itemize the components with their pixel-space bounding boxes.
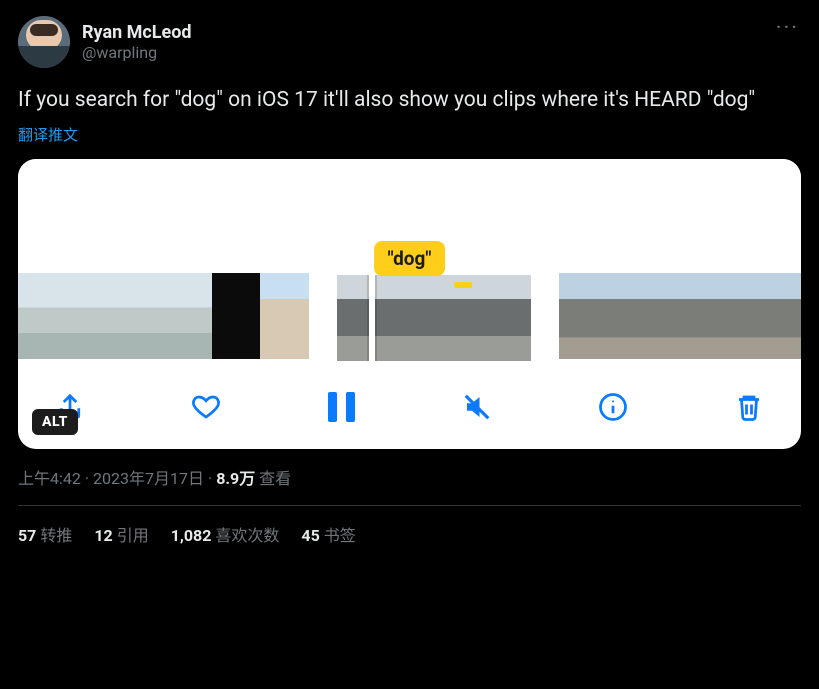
thumbnail: [115, 273, 163, 359]
like-button[interactable]: [188, 389, 224, 425]
time[interactable]: 上午4:42: [18, 469, 81, 488]
thumbnail: [753, 273, 801, 359]
caption-chip-pointer: [454, 282, 472, 288]
clip-2-active[interactable]: [335, 273, 533, 363]
thumbnail: [260, 273, 308, 359]
stat-retweets[interactable]: 57转推: [18, 522, 72, 546]
divider: [18, 505, 801, 506]
tweet-stats: 57转推 12引用 1,082喜欢次数 45书签: [18, 522, 801, 546]
views-count: 8.9万: [216, 469, 255, 488]
media-controls: [18, 363, 801, 435]
thumbnail: [212, 273, 260, 359]
translate-link[interactable]: 翻译推文: [18, 124, 78, 145]
thumbnail: [18, 273, 66, 359]
media-card[interactable]: "dog": [18, 159, 801, 449]
thumbnail: [607, 273, 655, 359]
thumbnail: [704, 273, 752, 359]
clip-1[interactable]: [18, 273, 309, 363]
caption-chip: "dog": [374, 241, 446, 276]
thumbnail: [163, 273, 211, 359]
tweet-header: Ryan McLeod @warpling: [18, 16, 801, 68]
delete-button[interactable]: [731, 389, 767, 425]
pause-button[interactable]: [324, 389, 360, 425]
mute-button[interactable]: [459, 389, 495, 425]
date[interactable]: 2023年7月17日: [93, 469, 204, 488]
media-whitespace: [18, 159, 801, 253]
playhead[interactable]: [369, 273, 375, 363]
thumbnail: [656, 273, 704, 359]
tweet-text: If you search for "dog" on iOS 17 it'll …: [18, 86, 801, 114]
tweet: ··· Ryan McLeod @warpling If you search …: [0, 0, 819, 560]
handle[interactable]: @warpling: [82, 43, 192, 62]
clip-3[interactable]: [559, 273, 801, 363]
stat-bookmarks[interactable]: 45书签: [301, 522, 355, 546]
tweet-meta: 上午4:42·2023年7月17日·8.9万 查看: [18, 465, 801, 489]
more-button[interactable]: ···: [776, 16, 799, 41]
thumbnail: [66, 273, 114, 359]
pause-icon: [328, 392, 355, 422]
thumbnail: [337, 275, 385, 361]
thumbnail: [559, 273, 607, 359]
filmstrip: [18, 273, 801, 363]
trash-icon: [734, 392, 764, 422]
avatar[interactable]: [18, 16, 70, 68]
info-button[interactable]: [595, 389, 631, 425]
views-label: 查看: [259, 469, 291, 488]
heart-icon: [191, 392, 221, 422]
display-name[interactable]: Ryan McLeod: [82, 22, 192, 44]
info-icon: [598, 392, 628, 422]
speaker-muted-icon: [462, 392, 492, 422]
avatar-image: [18, 16, 70, 68]
caption-chip-text: "dog": [374, 241, 446, 276]
alt-badge[interactable]: ALT: [32, 409, 78, 435]
stat-likes[interactable]: 1,082喜欢次数: [171, 522, 280, 546]
thumbnail: [482, 275, 530, 361]
stat-quotes[interactable]: 12引用: [94, 522, 148, 546]
thumbnail: [385, 275, 433, 361]
author-names: Ryan McLeod @warpling: [82, 22, 192, 63]
